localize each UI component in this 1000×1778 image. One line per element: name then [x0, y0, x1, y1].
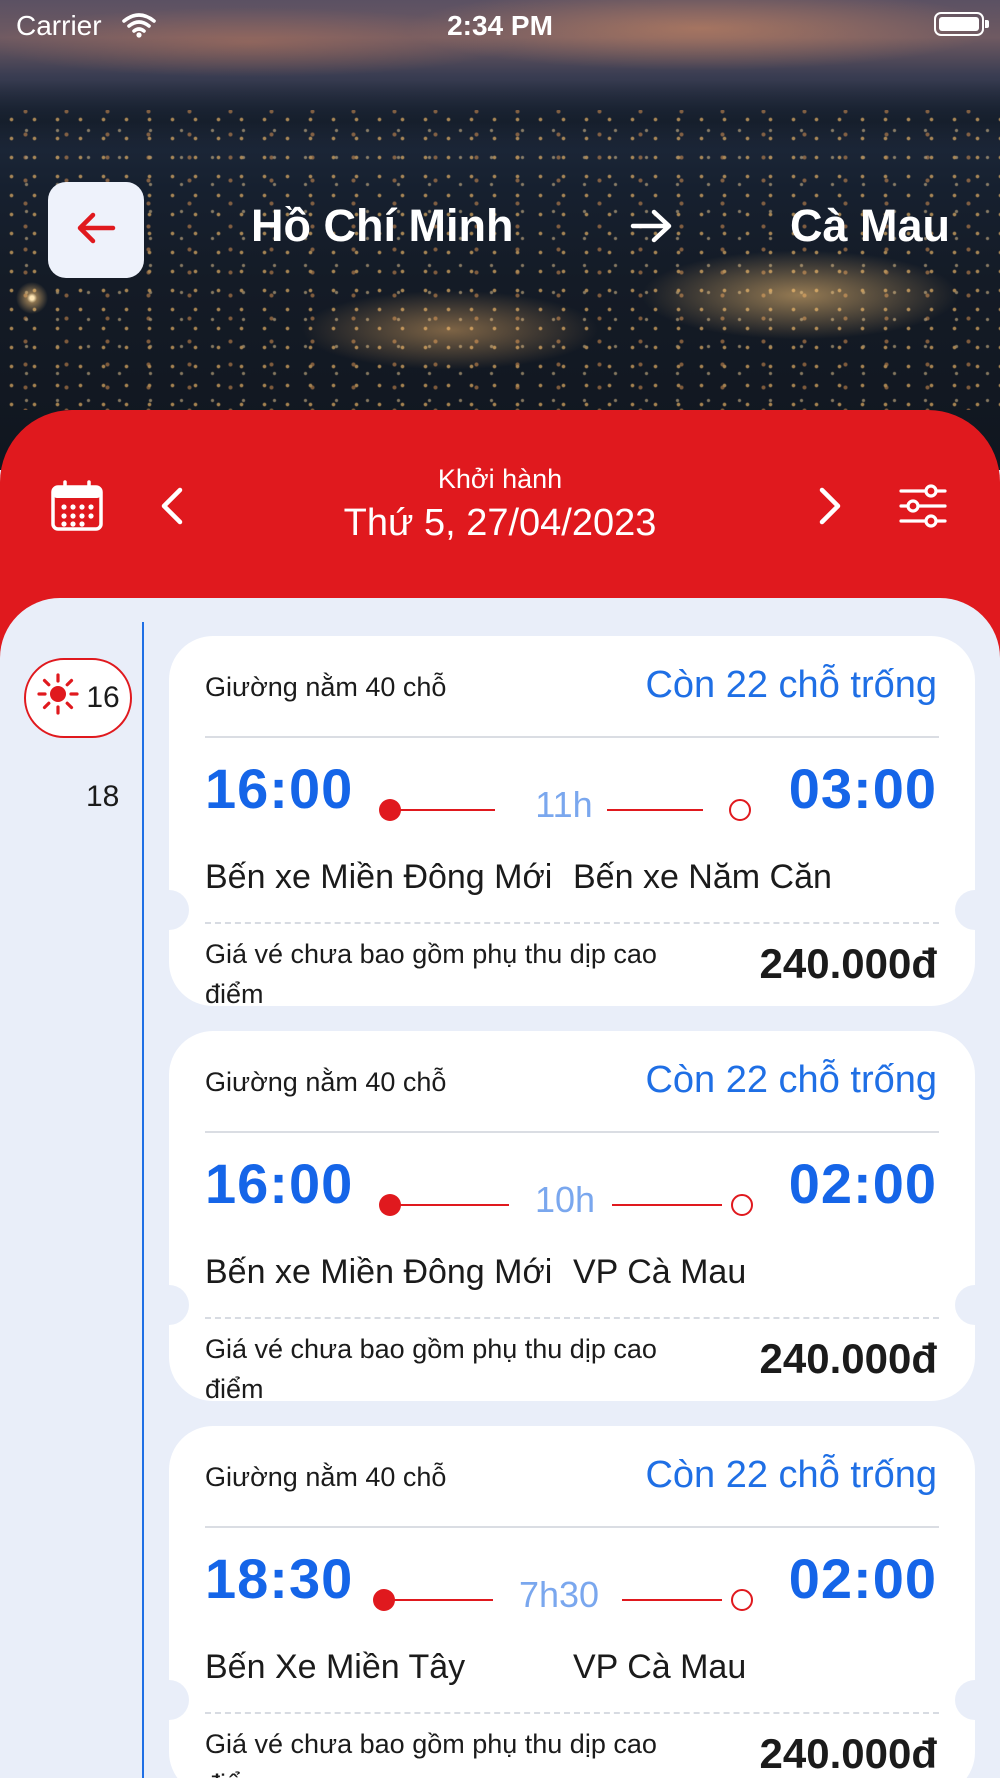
- arrow-left-icon: [76, 211, 116, 250]
- start-dot-icon: [379, 799, 401, 821]
- sun-icon: [36, 672, 80, 724]
- start-dot-icon: [373, 1589, 395, 1611]
- chevron-right-icon: [816, 487, 844, 530]
- departure-date[interactable]: Thứ 5, 27/04/2023: [0, 502, 1000, 545]
- seats-available: Còn 22 chỗ trống: [645, 1454, 937, 1496]
- arrival-time: 02:00: [788, 1547, 937, 1610]
- next-date-button[interactable]: [816, 486, 844, 531]
- departure-time: 18:30: [205, 1547, 354, 1610]
- status-time: 2:34 PM: [447, 10, 553, 41]
- seats-available: Còn 22 chỗ trống: [645, 1059, 937, 1101]
- seats-available: Còn 22 chỗ trống: [645, 664, 937, 706]
- card-divider: [205, 1131, 939, 1133]
- dashed-divider: [205, 922, 939, 924]
- route-origin[interactable]: Hồ Chí Minh: [251, 200, 513, 252]
- card-divider: [205, 736, 939, 738]
- start-dot-icon: [379, 1194, 401, 1216]
- trip-duration: 11h: [535, 784, 593, 825]
- end-dot-icon: [731, 1194, 753, 1216]
- departure-time: 16:00: [205, 1152, 354, 1215]
- end-dot-icon: [729, 799, 751, 821]
- route-destination[interactable]: Cà Mau: [790, 200, 950, 252]
- origin-station: Bến xe Miền Đông Mới: [205, 1253, 553, 1291]
- trip-card[interactable]: Giường nằm 40 chỗ Còn 22 chỗ trống 18:30…: [149, 1426, 995, 1778]
- day-chip-selected[interactable]: 16: [24, 658, 132, 738]
- dashed-divider: [205, 1317, 939, 1319]
- back-button[interactable]: [48, 182, 144, 278]
- vehicle-type: Giường nằm 40 chỗ: [205, 1067, 447, 1097]
- arrow-right-icon: [630, 208, 674, 249]
- timeline-divider: [142, 622, 144, 1778]
- arrival-time: 03:00: [788, 757, 937, 820]
- trip-card[interactable]: Giường nằm 40 chỗ Còn 22 chỗ trống 16:00…: [149, 636, 995, 1009]
- price-note: Giá vé chưa bao gồm phụ thu dịp cao điểm: [205, 939, 657, 1009]
- ticket-price: 240.000đ: [759, 1730, 937, 1777]
- vehicle-type: Giường nằm 40 chỗ: [205, 672, 447, 702]
- route-line: [622, 1599, 722, 1601]
- end-dot-icon: [731, 1589, 753, 1611]
- filter-sliders-icon[interactable]: [898, 484, 948, 533]
- vehicle-type: Giường nằm 40 chỗ: [205, 1462, 447, 1492]
- dashed-divider: [205, 1712, 939, 1714]
- trip-card[interactable]: Giường nằm 40 chỗ Còn 22 chỗ trống 16:00…: [149, 1031, 995, 1404]
- hero-star-light: [14, 280, 50, 316]
- hero-glow: [300, 290, 600, 370]
- destination-station: VP Cà Mau: [573, 1648, 747, 1686]
- route-line: [607, 809, 703, 811]
- battery-icon: [934, 12, 989, 36]
- day-chip-label: 16: [86, 681, 120, 714]
- price-note: Giá vé chưa bao gồm phụ thu dịp cao điểm: [205, 1729, 657, 1778]
- ticket-price: 240.000đ: [759, 940, 937, 987]
- hero-glow: [640, 250, 960, 340]
- departure-label: Khởi hành: [437, 464, 563, 494]
- destination-station: VP Cà Mau: [573, 1253, 747, 1291]
- ticket-price: 240.000đ: [759, 1335, 937, 1382]
- route-line: [612, 1204, 722, 1206]
- card-divider: [205, 1526, 939, 1528]
- trip-list-sheet: 16 18 Giường nằm 40 chỗ Còn 22 chỗ trống…: [0, 598, 1000, 1778]
- route-line: [399, 809, 495, 811]
- destination-station: Bến xe Năm Căn: [573, 858, 832, 896]
- route-line: [399, 1204, 509, 1206]
- trip-duration: 7h30: [518, 1574, 600, 1615]
- day-item[interactable]: 18: [86, 780, 119, 814]
- route-line: [393, 1599, 493, 1601]
- trip-duration: 10h: [534, 1179, 596, 1220]
- origin-station: Bến xe Miền Đông Mới: [205, 858, 553, 896]
- price-note: Giá vé chưa bao gồm phụ thu dịp cao điểm: [205, 1334, 657, 1404]
- status-bar: Carrier 2:34 PM: [0, 0, 1000, 50]
- origin-station: Bến Xe Miền Tây: [205, 1648, 466, 1686]
- departure-time: 16:00: [205, 757, 354, 820]
- arrival-time: 02:00: [788, 1152, 937, 1215]
